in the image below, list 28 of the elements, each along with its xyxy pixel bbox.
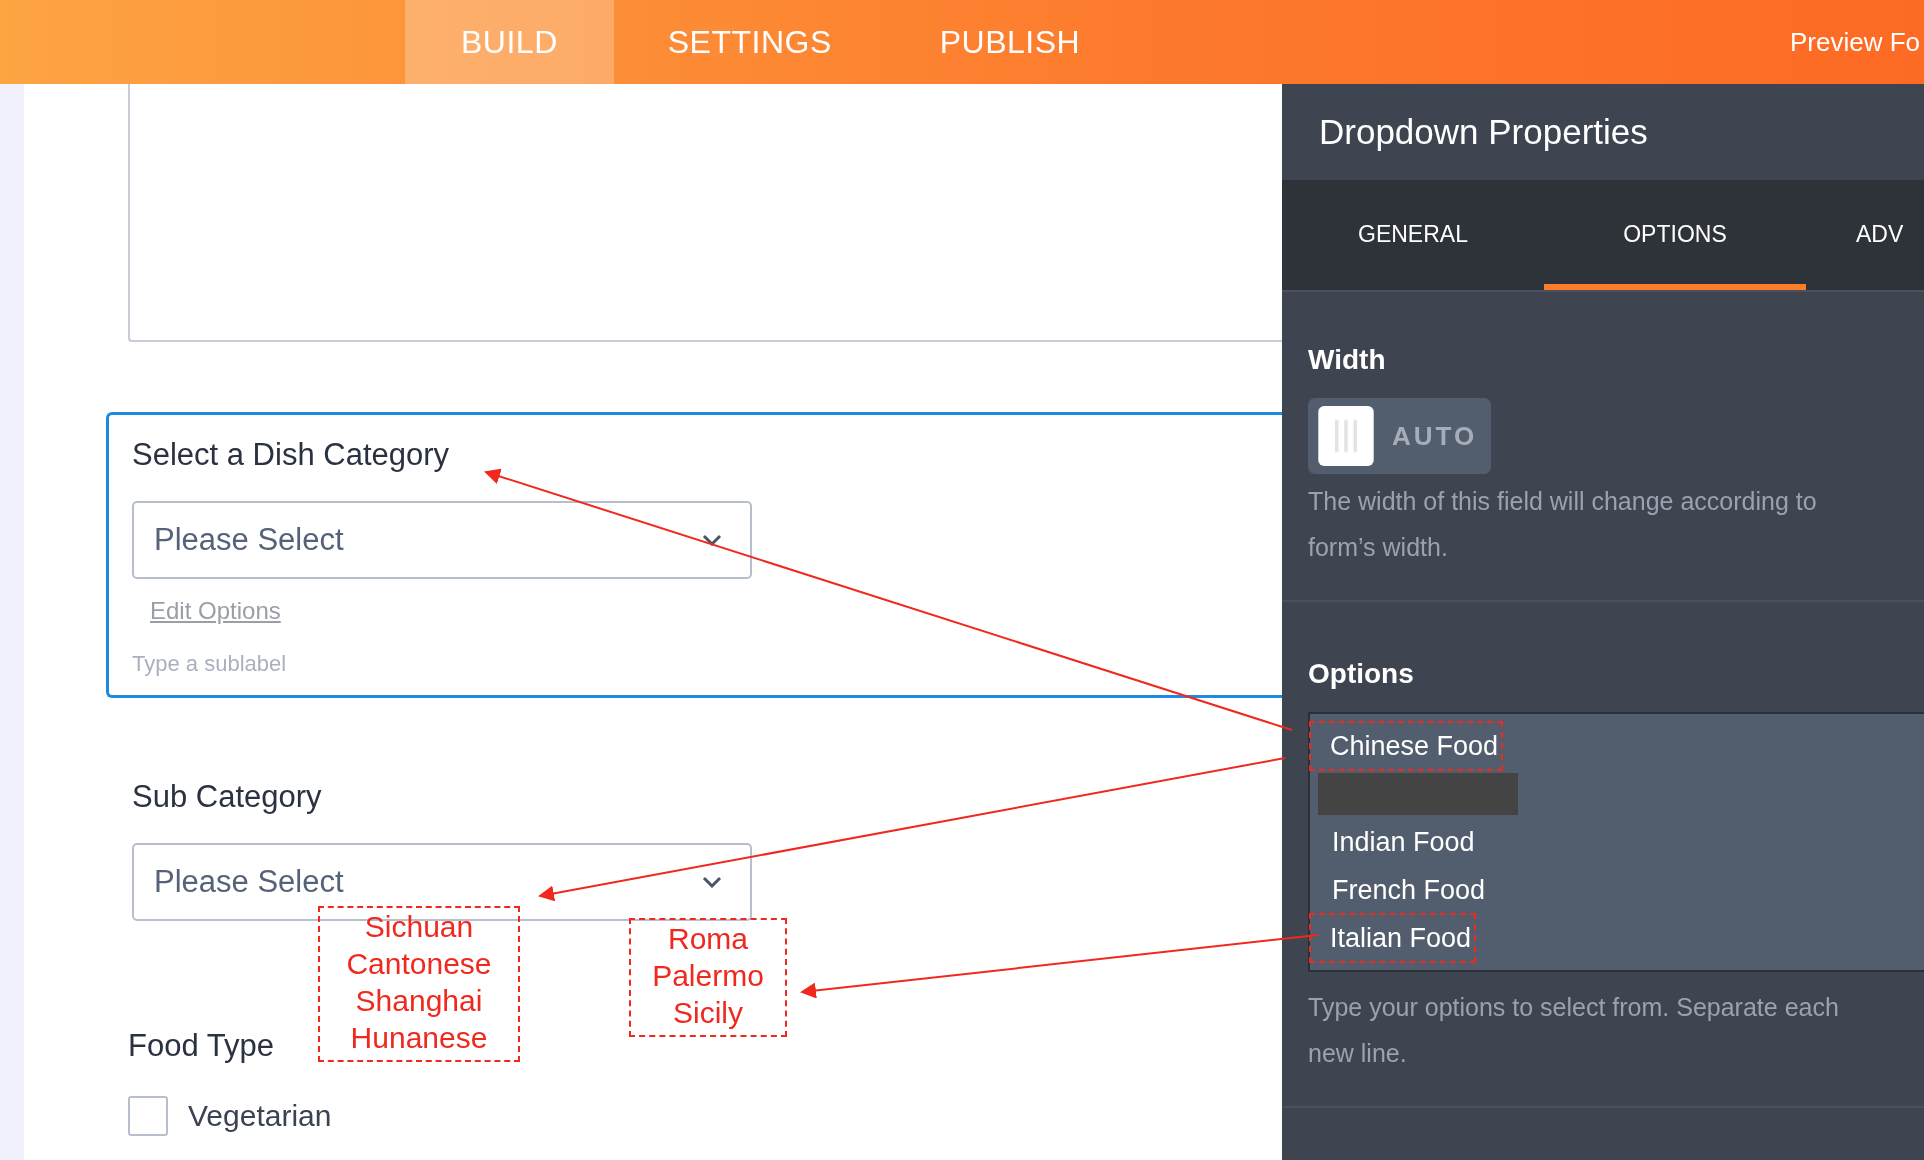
annotation-note: Sichuan Cantonese Shanghai Hunanese [318, 906, 520, 1062]
option-line: French Food [1331, 874, 1487, 907]
checkbox-label: Vegetarian [188, 1099, 332, 1133]
option-line: Indian Food [1331, 826, 1476, 859]
dropdown-field[interactable]: Please Select [132, 501, 752, 579]
help-text: The width of this field will change according to [1308, 486, 1818, 517]
selected-form-field[interactable]: Select a Dish Category Please Select Edit Options Type a sublabel [106, 412, 1282, 698]
chevron-down-icon [702, 876, 722, 888]
sublabel-field[interactable]: Type a sublabel [132, 651, 392, 677]
section-heading: Width [1308, 344, 1387, 376]
section-heading: Options [1308, 658, 1415, 690]
option-line: Italian Food [1310, 914, 1476, 962]
help-text: Type your options to select from. Separate each [1308, 992, 1840, 1023]
panel-tab[interactable]: OPTIONS [1544, 180, 1806, 290]
options-text-area[interactable]: Chinese Food Indian Food French Food Italian Food [1308, 712, 1924, 972]
field-label: Select a Dish Category [132, 437, 450, 473]
chevron-down-icon [702, 534, 722, 546]
toggle-knob-icon [1316, 406, 1376, 466]
panel-tab[interactable]: ADV [1806, 180, 1924, 290]
panel-tab[interactable]: GENERAL [1282, 180, 1544, 290]
checkbox[interactable] [128, 1096, 168, 1136]
help-text: form’s width. [1308, 532, 1449, 563]
help-text: new line. [1308, 1038, 1408, 1069]
option-line: Chinese Food [1310, 722, 1503, 770]
field-label: Food Type [128, 1028, 274, 1064]
panel-title: Dropdown Properties [1318, 111, 1649, 153]
field-label: Sub Category [132, 779, 322, 815]
annotation-note: Roma Palermo Sicily [629, 918, 787, 1037]
